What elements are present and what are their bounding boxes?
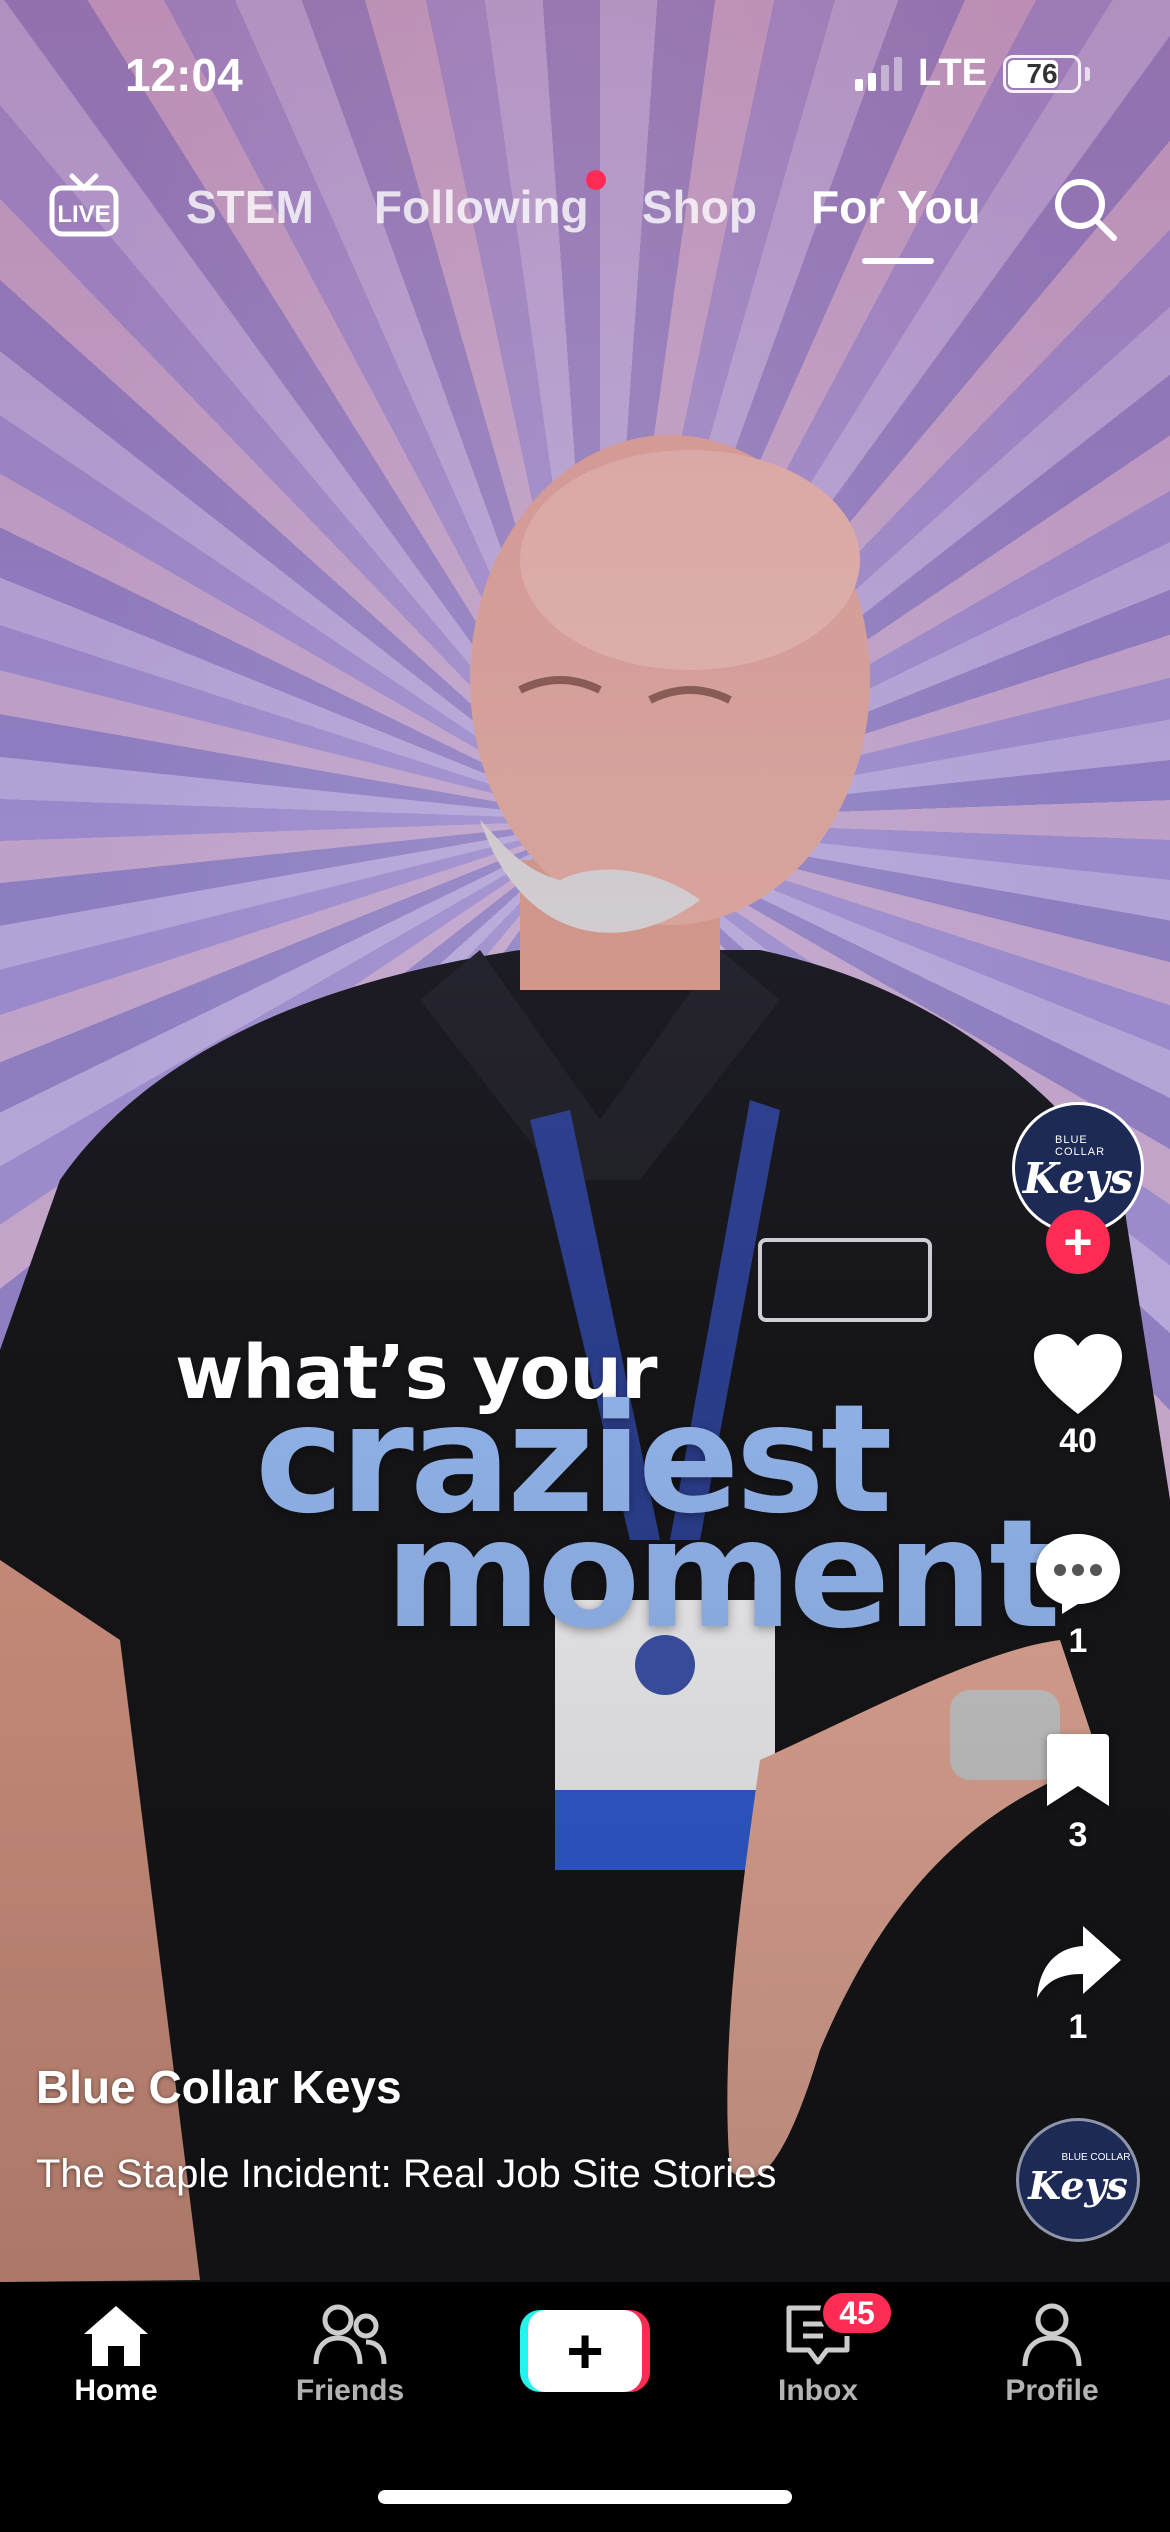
tab-inbox-label: Inbox [778,2374,858,2407]
active-tab-indicator [862,258,934,264]
overlay-text-line3: moment [385,1488,1061,1662]
creator-username[interactable]: Blue Collar Keys [36,2060,402,2114]
battery-level: 76 [1026,57,1058,89]
inbox-badge: 45 [820,2290,894,2336]
video-frame-person [0,435,1170,2282]
tab-home-label: Home [74,2374,158,2407]
status-indicators: LTE 76 [855,52,1090,95]
tab-stem[interactable]: STEM [186,180,314,234]
save-button[interactable]: 3 [1020,1730,1136,1855]
tab-for-you[interactable]: For You [811,180,981,234]
comment-button[interactable]: 1 [1020,1530,1136,1661]
tab-following[interactable]: Following [374,180,589,234]
share-icon [1037,1926,1121,1998]
battery-cap [1085,66,1090,81]
svg-text:LIVE: LIVE [57,201,110,228]
tab-friends-label: Friends [295,2374,405,2407]
overlay-text-line1: what’s your [175,1330,658,1416]
save-count: 3 [1068,1816,1088,1854]
tab-profile-label: Profile [1005,2374,1099,2407]
follow-button[interactable]: + [1046,1210,1110,1274]
home-icon [84,2306,148,2366]
heart-icon [1034,1334,1122,1414]
music-disc-brand-small: BLUE COLLAR [1061,2152,1131,2163]
tab-profile[interactable]: Profile [972,2302,1132,2408]
top-nav: LIVE STEM Following Shop For You [0,170,1170,270]
tab-home[interactable]: Home [36,2302,196,2408]
share-button[interactable]: 1 [1020,1922,1136,2047]
create-plus-icon: + [528,2310,642,2392]
comment-icon [1036,1534,1120,1614]
video-player[interactable]: what’s your craziest moment [0,0,1170,2282]
battery-icon: 76 [1003,54,1081,93]
network-label: LTE [918,52,987,94]
friends-icon [313,2304,387,2365]
status-time: 12:04 [125,49,243,101]
music-disc-brand: Keys [1028,2163,1128,2208]
tab-friends[interactable]: Friends [270,2302,430,2408]
music-disc[interactable]: BLUE COLLAR Keys [1016,2118,1140,2242]
overlay-text-line2: craziest [255,1373,893,1547]
bookmark-icon [1047,1734,1109,1806]
like-button[interactable]: 40 [1020,1332,1136,1461]
comment-count: 1 [1068,1622,1088,1660]
live-tv-icon[interactable]: LIVE [48,170,120,242]
signal-icon [855,56,903,91]
profile-icon [1022,2303,1082,2367]
video-caption[interactable]: The Staple Incident: Real Job Site Stori… [36,2148,796,2200]
tab-shop[interactable]: Shop [642,180,757,234]
like-count: 40 [1059,1422,1097,1460]
following-notification-dot [586,170,606,190]
home-indicator[interactable] [378,2490,792,2504]
share-count: 1 [1068,2008,1088,2046]
search-icon[interactable] [1052,176,1118,242]
create-button[interactable]: + [520,2310,650,2392]
avatar-brand: Keys [1022,1153,1134,1203]
